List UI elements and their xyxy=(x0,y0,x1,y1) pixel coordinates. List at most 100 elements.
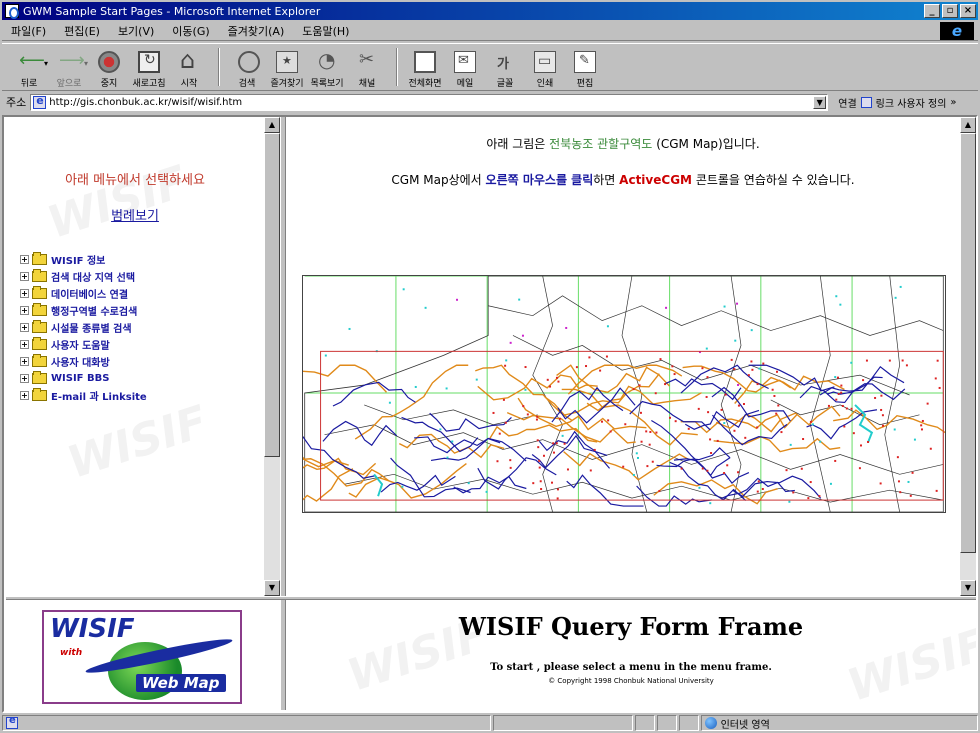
links-chevron-icon[interactable]: » xyxy=(950,97,956,108)
menu-favorites[interactable]: 즐겨찾기(A) xyxy=(219,23,294,39)
expand-icon[interactable]: + xyxy=(20,289,29,298)
status-progress-pane xyxy=(492,715,633,731)
menu-edit[interactable]: 편집(E) xyxy=(55,23,109,39)
search-button[interactable]: 검색 xyxy=(228,45,266,89)
query-frame-instruction: To start , please select a menu in the m… xyxy=(490,662,772,673)
tree-item-email[interactable]: + E-mail 과 Linksite xyxy=(20,387,147,404)
address-url[interactable]: http://gis.chonbuk.ac.kr/wisif/wisif.htm xyxy=(49,97,242,108)
close-button[interactable]: × xyxy=(960,4,976,18)
expand-icon[interactable]: + xyxy=(20,306,29,315)
ie-app-icon[interactable] xyxy=(5,4,19,19)
stop-button[interactable]: 중지 xyxy=(90,45,128,89)
mail-button[interactable]: 메일 xyxy=(446,45,484,89)
stop-icon xyxy=(98,51,120,73)
browser-window: GWM Sample Start Pages - Microsoft Inter… xyxy=(0,0,980,733)
tree-item-canal-search[interactable]: + 행정구역별 수로검색 xyxy=(20,302,147,319)
cgm-map[interactable] xyxy=(302,275,946,513)
tree-item-label[interactable]: WISIF BBS xyxy=(51,373,109,384)
channels-button[interactable]: 채널 xyxy=(348,45,386,89)
standard-toolbar: ▾ 뒤로 ▾ 앞으로 중지 새로고침 시작 검색 즐겨찾기 xyxy=(2,43,978,91)
tree-item-chat[interactable]: + 사용자 대화방 xyxy=(20,353,147,370)
hint-suffix: 콘트롤을 연습하실 수 있습니다. xyxy=(695,173,855,187)
tree-item-label[interactable]: 사용자 도움말 xyxy=(51,337,110,352)
hint-mid: 하면 xyxy=(593,173,616,187)
scroll-thumb[interactable] xyxy=(264,133,280,457)
menu-view[interactable]: 보기(V) xyxy=(109,23,163,39)
menu-go[interactable]: 이동(G) xyxy=(163,23,218,39)
edit-button[interactable]: 편집 xyxy=(566,45,604,89)
scroll-down-icon[interactable]: ▼ xyxy=(960,580,976,596)
print-icon xyxy=(534,51,556,73)
expand-icon[interactable]: + xyxy=(20,357,29,366)
tree-item-label[interactable]: 데이터베이스 연결 xyxy=(51,286,128,301)
expand-icon[interactable]: + xyxy=(20,255,29,264)
menu-frame-scrollbar[interactable]: ▲ ▼ xyxy=(264,117,280,596)
minimize-button[interactable]: _ xyxy=(924,4,940,18)
menu-file[interactable]: 파일(F) xyxy=(2,23,55,39)
tree-item-bbs[interactable]: + WISIF BBS xyxy=(20,370,147,387)
back-button[interactable]: ▾ 뒤로 xyxy=(10,45,48,89)
menu-bar: 파일(F) 편집(E) 보기(V) 이동(G) 즐겨찾기(A) 도움말(H) e xyxy=(2,21,978,41)
map-frame-scrollbar[interactable]: ▲ ▼ xyxy=(960,117,976,596)
zone-label: 인터넷 영역 xyxy=(720,719,770,731)
fullscreen-button[interactable]: 전체화면 xyxy=(406,45,444,89)
forward-button[interactable]: ▾ 앞으로 xyxy=(50,45,88,89)
maximize-button[interactable]: ▫ xyxy=(942,4,958,18)
scroll-up-icon[interactable]: ▲ xyxy=(264,117,280,133)
go-button[interactable]: 연결 xyxy=(838,95,856,110)
tree-item-label[interactable]: 시설물 종류별 검색 xyxy=(51,320,132,335)
favorites-button[interactable]: 즐겨찾기 xyxy=(268,45,306,89)
print-label: 인쇄 xyxy=(536,79,554,89)
scroll-thumb[interactable] xyxy=(960,133,976,553)
expand-icon[interactable]: + xyxy=(20,272,29,281)
home-button[interactable]: 시작 xyxy=(170,45,208,89)
wisif-webmap-logo[interactable]: WISIF with Web Map xyxy=(42,610,242,704)
expand-icon[interactable]: + xyxy=(20,374,29,383)
back-arrow-icon: ▾ xyxy=(18,50,48,73)
tree-item-label[interactable]: 행정구역별 수로검색 xyxy=(51,303,137,318)
tree-item-database[interactable]: + 데이터베이스 연결 xyxy=(20,285,147,302)
expand-icon[interactable]: + xyxy=(20,323,29,332)
scroll-up-icon[interactable]: ▲ xyxy=(960,117,976,133)
copyright-text: © Copyright 1998 Chonbuk National Univer… xyxy=(548,677,714,685)
legend-link[interactable]: 범례보기 xyxy=(6,205,264,224)
expand-icon[interactable]: + xyxy=(20,391,29,400)
expand-icon[interactable]: + xyxy=(20,340,29,349)
history-button[interactable]: 목록보기 xyxy=(308,45,346,89)
stop-label: 중지 xyxy=(100,79,118,89)
status-bar: 인터넷 영역 xyxy=(2,714,979,732)
tree-item-label[interactable]: E-mail 과 Linksite xyxy=(51,388,147,403)
address-input[interactable]: http://gis.chonbuk.ac.kr/wisif/wisif.htm… xyxy=(30,93,829,111)
channels-icon xyxy=(356,49,378,73)
address-dropdown-icon[interactable]: ▼ xyxy=(813,95,827,109)
hint-red: ActiveCGM xyxy=(619,173,692,187)
tree-item-label[interactable]: WISIF 정보 xyxy=(51,252,105,267)
tree-item-label[interactable]: 사용자 대화방 xyxy=(51,354,110,369)
tree-item-label[interactable]: 검색 대상 지역 선택 xyxy=(51,269,135,284)
font-button[interactable]: 글꼴 xyxy=(486,45,524,89)
links-area: 연결 링크 사용자 정의 » xyxy=(838,95,957,110)
query-form-frame: WISIF WISIF WISIF Query Form Frame To st… xyxy=(286,600,976,710)
mail-icon xyxy=(454,51,476,73)
fullscreen-label: 전체화면 xyxy=(408,79,442,89)
home-label: 시작 xyxy=(180,79,198,89)
search-icon xyxy=(237,51,260,73)
cgm-map-canvas[interactable] xyxy=(303,276,945,512)
scroll-down-icon[interactable]: ▼ xyxy=(264,580,280,596)
favorites-label: 즐겨찾기 xyxy=(270,79,304,89)
tree-item-wisif-info[interactable]: + WISIF 정보 xyxy=(20,251,147,268)
toolbar-separator xyxy=(218,48,220,86)
folder-icon xyxy=(32,320,47,333)
internet-zone-icon xyxy=(704,717,717,729)
title-bar[interactable]: GWM Sample Start Pages - Microsoft Inter… xyxy=(2,2,978,20)
tree-item-facility-search[interactable]: + 시설물 종류별 검색 xyxy=(20,319,147,336)
tree-item-help[interactable]: + 사용자 도움말 xyxy=(20,336,147,353)
print-button[interactable]: 인쇄 xyxy=(526,45,564,89)
links-customize[interactable]: 링크 사용자 정의 xyxy=(876,95,947,110)
tree-item-region-select[interactable]: + 검색 대상 지역 선택 xyxy=(20,268,147,285)
refresh-label: 새로고침 xyxy=(132,79,166,89)
refresh-button[interactable]: 새로고침 xyxy=(130,45,168,89)
menu-help[interactable]: 도움말(H) xyxy=(293,23,358,39)
menu-heading: 아래 메뉴에서 선택하세요 xyxy=(65,173,205,188)
status-pane xyxy=(678,715,699,731)
